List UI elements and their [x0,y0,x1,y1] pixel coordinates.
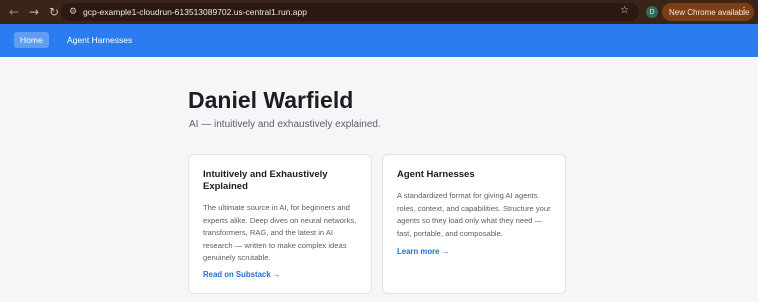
address-bar[interactable]: ⚙ gcp-example1-cloudrun-613513089702.us-… [61,3,639,21]
card-substack: Intuitively and Exhaustively Explained T… [188,154,372,294]
site-settings-icon[interactable]: ⚙ [65,3,81,21]
site-navbar: Home Agent Harnesses [0,24,758,57]
url-text[interactable]: gcp-example1-cloudrun-613513089702.us-ce… [83,7,307,17]
forward-icon[interactable]: → [24,0,44,24]
page-title: Daniel Warfield [188,87,354,113]
profile-avatar[interactable]: D [646,6,658,18]
page-tagline: AI — intuitively and exhaustively explai… [189,119,381,130]
card-title: Agent Harnesses [397,169,475,180]
nav-agent-harnesses-link[interactable]: Agent Harnesses [67,32,132,48]
bookmark-star-icon[interactable]: ☆ [620,5,629,16]
card-description: A standardized format for giving AI agen… [397,191,551,238]
update-label: New Chrome available [669,7,750,17]
browser-toolbar: ← → ↻ ⚙ gcp-example1-cloudrun-6135130897… [0,0,758,24]
read-on-substack-link[interactable]: Read on Substack → [203,270,281,279]
card-description: The ultimate source in AI, for beginners… [203,203,357,262]
nav-home-link[interactable]: Home [14,32,49,48]
card-agent-harnesses: Agent Harnesses A standardized format fo… [382,154,566,294]
back-icon[interactable]: ← [4,0,24,24]
kebab-menu-icon[interactable]: ⋮ [739,3,749,21]
chrome-update-button[interactable]: New Chrome available ⋮ [662,3,754,21]
learn-more-link[interactable]: Learn more → [397,247,449,256]
card-title: Intuitively and Exhaustively Explained [203,169,328,192]
